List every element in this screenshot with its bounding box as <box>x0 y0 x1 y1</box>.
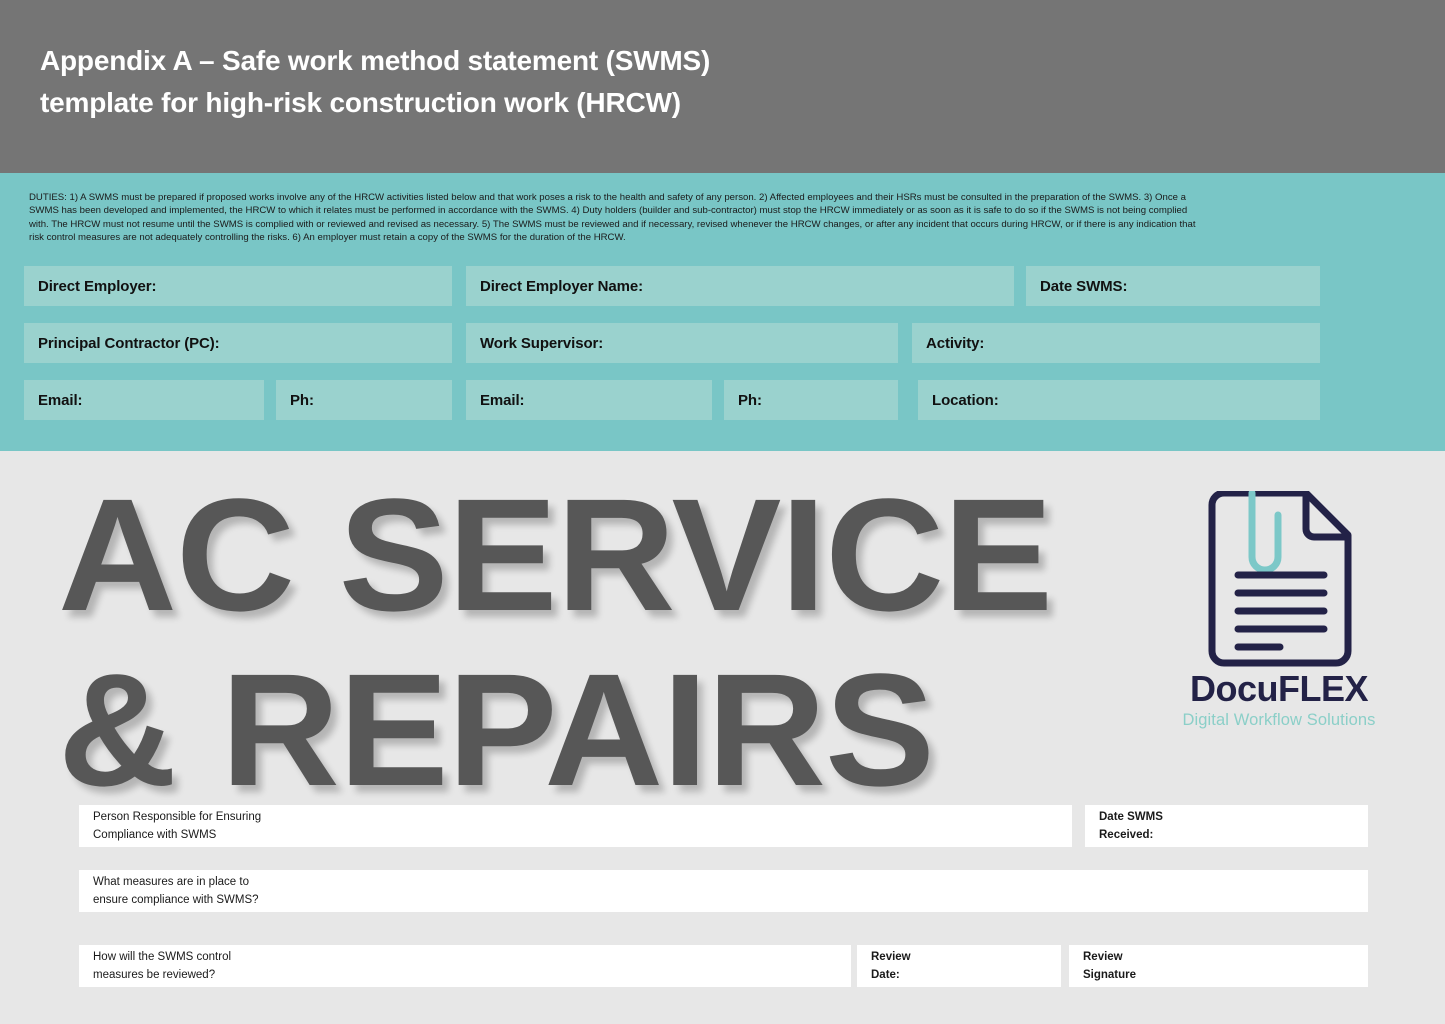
document-paperclip-icon <box>1200 489 1360 669</box>
teal-info-section: DUTIES: 1) A SWMS must be prepared if pr… <box>0 173 1445 451</box>
field-activity[interactable]: Activity: <box>912 323 1320 363</box>
teal-field-row-2: Principal Contractor (PC): Work Supervis… <box>0 323 1445 363</box>
field-direct-employer-label: Direct Employer: <box>38 277 157 295</box>
field-review-signature-label: Review Signature <box>1083 951 1137 981</box>
field-work-supervisor[interactable]: Work Supervisor: <box>466 323 898 363</box>
field-date-swms[interactable]: Date SWMS: <box>1026 266 1320 306</box>
field-person-responsible[interactable]: Person Responsible for Ensuring Complian… <box>79 805 1072 847</box>
logo-wordmark: DocuFLEX <box>1189 668 1369 709</box>
field-supervisor-phone[interactable]: Ph: <box>724 380 898 420</box>
header-band: Appendix A – Safe work method statement … <box>0 0 1445 173</box>
field-supervisor-email-label: Email: <box>480 391 525 409</box>
field-direct-employer[interactable]: Direct Employer: <box>24 266 452 306</box>
teal-field-row-3: Email: Ph: Email: Ph: Location: <box>0 380 1445 420</box>
docuflex-logo: DocuFLEX Digital Workflow Solutions <box>1148 489 1410 729</box>
field-employer-phone-label: Ph: <box>290 391 314 409</box>
field-date-swms-received-label: Date SWMS Received: <box>1099 811 1163 841</box>
field-location[interactable]: Location: <box>918 380 1320 420</box>
logo-tagline: Digital Workflow Solutions <box>1182 711 1376 729</box>
document-body: AC SERVICE & REPAIRS DocuFLEX Digital Wo… <box>0 451 1445 1024</box>
teal-field-row-1: Direct Employer: Direct Employer Name: D… <box>0 266 1445 306</box>
field-location-label: Location: <box>932 391 999 409</box>
field-control-measures-review-label: How will the SWMS control measures be re… <box>93 951 232 981</box>
company-watermark: AC SERVICE & REPAIRS <box>58 465 1053 819</box>
field-activity-label: Activity: <box>926 334 985 352</box>
field-person-responsible-label: Person Responsible for Ensuring Complian… <box>93 811 262 841</box>
field-supervisor-phone-label: Ph: <box>738 391 762 409</box>
page-title: Appendix A – Safe work method statement … <box>40 45 711 118</box>
field-control-measures-review[interactable]: How will the SWMS control measures be re… <box>79 945 851 987</box>
field-review-signature[interactable]: Review Signature <box>1069 945 1368 987</box>
field-measures-in-place-label: What measures are in place to ensure com… <box>93 876 259 906</box>
field-date-swms-received[interactable]: Date SWMS Received: <box>1085 805 1368 847</box>
field-employer-email[interactable]: Email: <box>24 380 264 420</box>
field-review-date[interactable]: Review Date: <box>857 945 1061 987</box>
field-supervisor-email[interactable]: Email: <box>466 380 712 420</box>
field-direct-employer-name[interactable]: Direct Employer Name: <box>466 266 1014 306</box>
field-principal-contractor[interactable]: Principal Contractor (PC): <box>24 323 452 363</box>
field-employer-phone[interactable]: Ph: <box>276 380 452 420</box>
duties-paragraph: DUTIES: 1) A SWMS must be prepared if pr… <box>29 192 1196 243</box>
field-measures-in-place[interactable]: What measures are in place to ensure com… <box>79 870 1368 912</box>
field-principal-contractor-label: Principal Contractor (PC): <box>38 334 220 352</box>
field-employer-email-label: Email: <box>38 391 83 409</box>
field-direct-employer-name-label: Direct Employer Name: <box>480 277 643 295</box>
field-date-swms-label: Date SWMS: <box>1040 277 1128 295</box>
field-review-date-label: Review Date: <box>871 951 911 981</box>
field-work-supervisor-label: Work Supervisor: <box>480 334 604 352</box>
